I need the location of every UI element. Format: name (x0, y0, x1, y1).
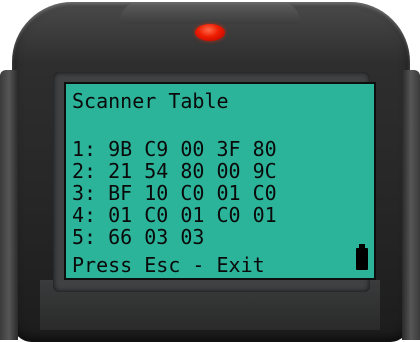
device-top-cap (120, 2, 300, 24)
lcd-screen: Scanner Table 1: 9B C9 00 3F 80 2: 21 54… (64, 82, 376, 280)
table-row: 2: 21 54 80 00 9C (72, 159, 277, 183)
exit-prompt: Press Esc - Exit (72, 253, 265, 277)
screen-title: Scanner Table (72, 89, 229, 113)
device-right-edge (402, 70, 420, 340)
battery-body (356, 248, 368, 270)
table-row: 3: BF 10 C0 01 C0 (72, 181, 277, 205)
handheld-scanner-device: Scanner Table 1: 9B C9 00 3F 80 2: 21 54… (0, 0, 420, 342)
status-led (195, 24, 225, 41)
table-row: 5: 66 03 03 (72, 225, 205, 249)
table-row: 4: 01 C0 01 C0 01 (72, 203, 277, 227)
battery-icon (356, 244, 368, 270)
device-left-edge (0, 70, 18, 340)
table-row: 1: 9B C9 00 3F 80 (72, 137, 277, 161)
